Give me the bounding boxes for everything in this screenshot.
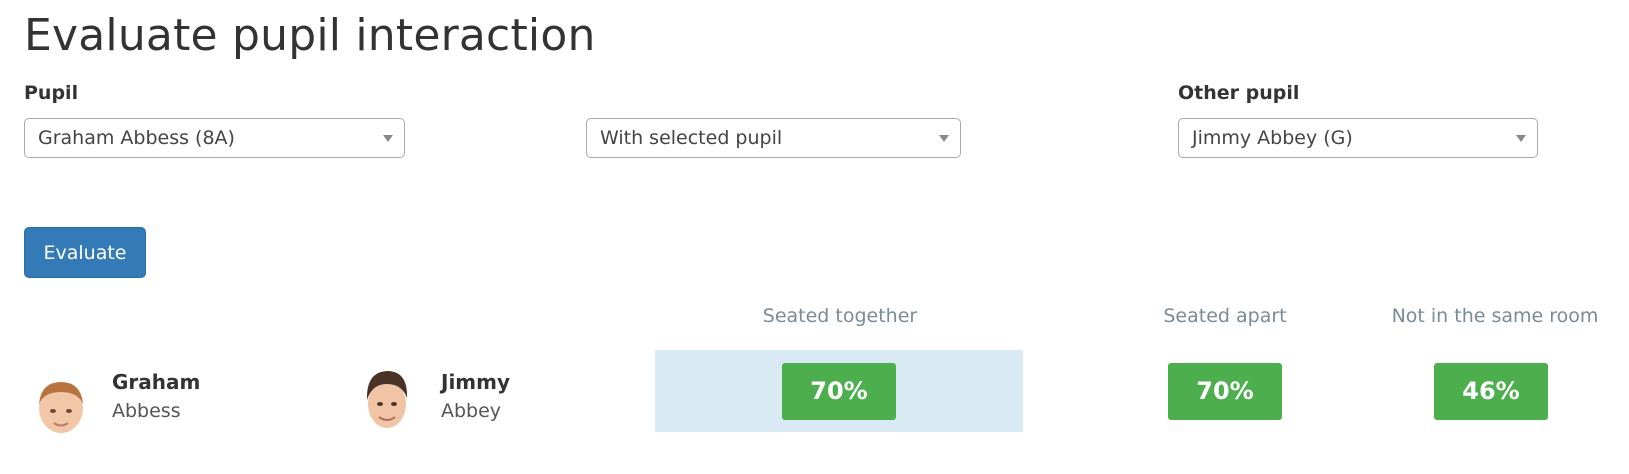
column-header-seated-apart: Seated apart [1163, 305, 1287, 327]
pupil-b-first-name: Jimmy [441, 370, 511, 394]
avatar [366, 371, 408, 428]
score-not-same-room: 46% [1434, 363, 1548, 420]
other-pupil-label: Other pupil [1178, 82, 1300, 104]
mode-select-value: With selected pupil [600, 127, 783, 149]
mode-select[interactable]: With selected pupil [586, 118, 961, 158]
chevron-down-icon [939, 135, 949, 142]
page-title: Evaluate pupil interaction [24, 10, 596, 61]
pupil-label: Pupil [24, 82, 79, 104]
pupil-b-last-name: Abbey [441, 400, 502, 422]
chevron-down-icon [383, 135, 393, 142]
pupil-select-value: Graham Abbess (8A) [38, 127, 235, 149]
pupil-a-first-name: Graham [112, 370, 201, 394]
chevron-down-icon [1516, 135, 1526, 142]
pupil-a-last-name: Abbess [112, 400, 181, 422]
avatar [39, 382, 83, 433]
evaluate-button[interactable]: Evaluate [24, 227, 146, 278]
other-pupil-select-value: Jimmy Abbey (G) [1192, 127, 1353, 149]
column-header-not-same-room: Not in the same room [1391, 305, 1599, 327]
score-seated-together: 70% [782, 363, 896, 420]
column-header-seated-together: Seated together [762, 305, 918, 327]
score-seated-apart: 70% [1168, 363, 1282, 420]
other-pupil-select[interactable]: Jimmy Abbey (G) [1178, 118, 1538, 158]
pupil-select[interactable]: Graham Abbess (8A) [24, 118, 405, 158]
